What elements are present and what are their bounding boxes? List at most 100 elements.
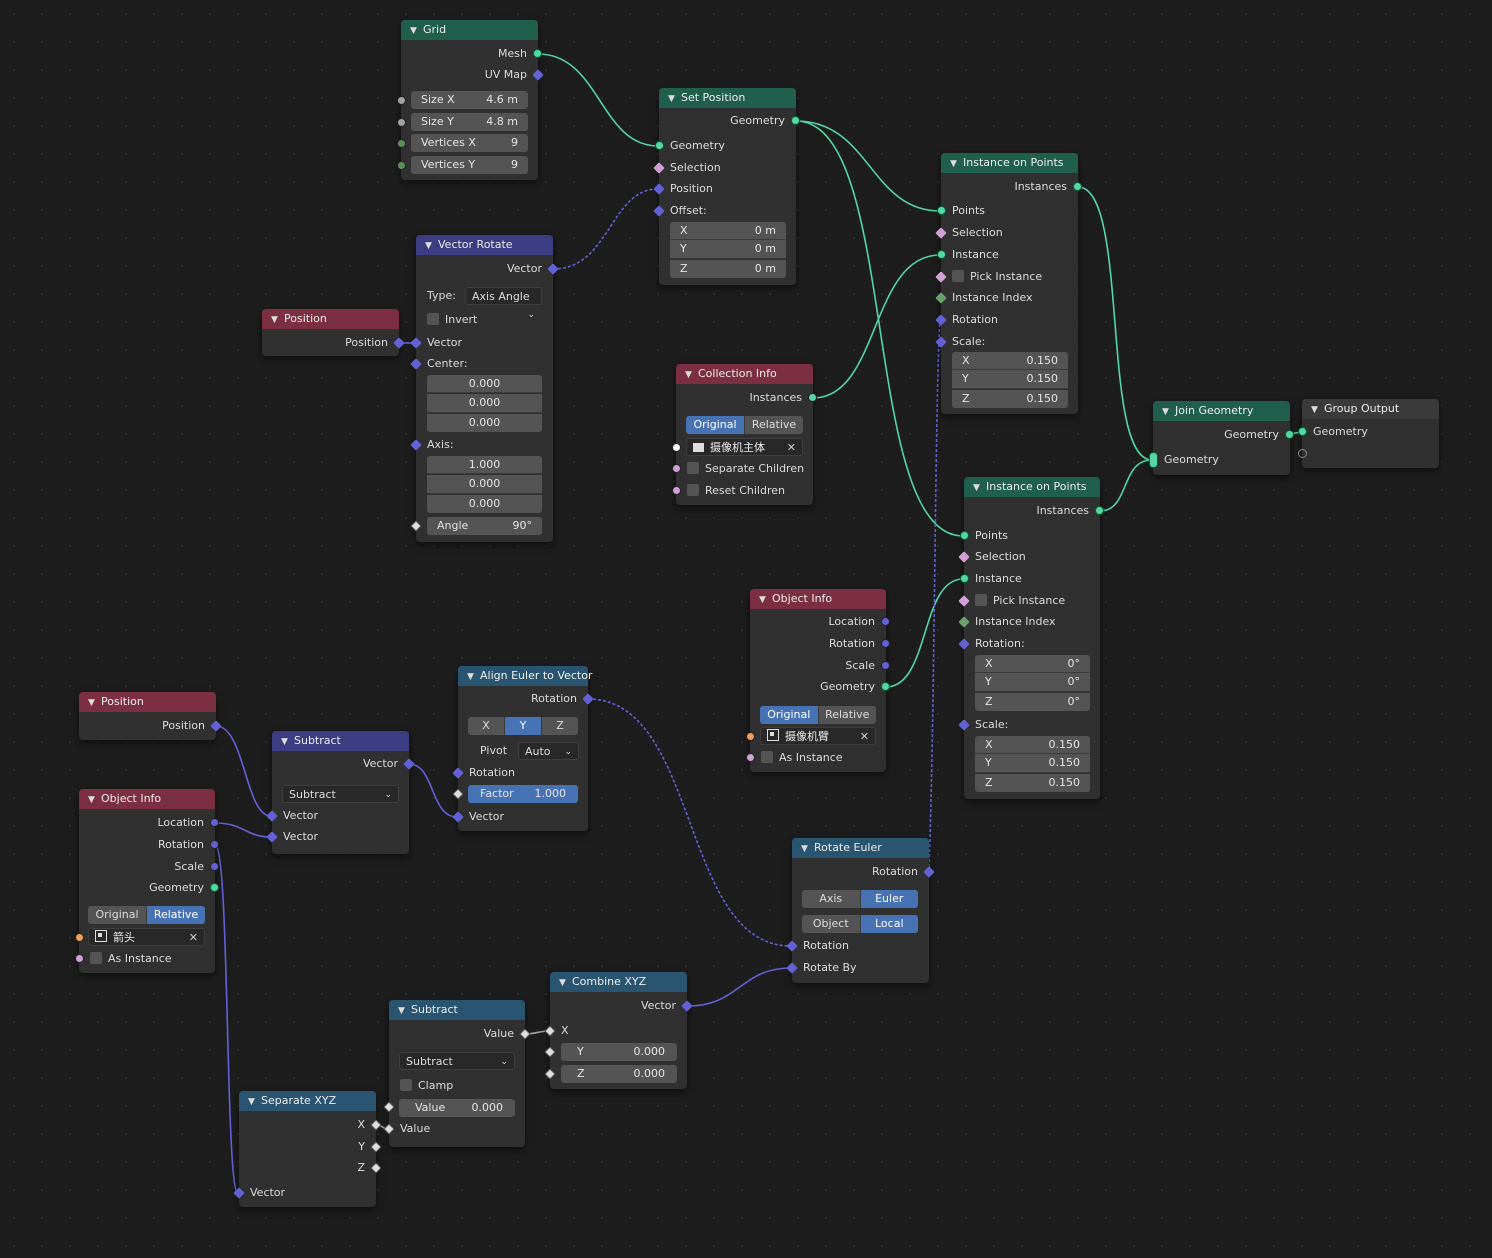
join-header[interactable]: ▼ Join Geometry	[1153, 401, 1290, 421]
socket-value-a[interactable]	[383, 1101, 395, 1113]
socket-vector-out[interactable]	[681, 1000, 693, 1012]
offset-y-field[interactable]: Y0 m	[670, 240, 786, 259]
original-option[interactable]: Original	[686, 416, 745, 434]
instance-on-points-node-1[interactable]: ▼ Instance on Points Instances Points Sel…	[935, 153, 1082, 414]
socket-instances-out[interactable]	[1095, 506, 1104, 515]
axis-y-field[interactable]: 0.000	[427, 475, 542, 494]
set-position-node[interactable]: ▼ Set Position Geometry Geometry Selectio…	[653, 88, 800, 285]
grid-node[interactable]: ▼ Grid Mesh UV Map Size X 4.6 m Size Y 4.8 …	[397, 20, 544, 180]
collection-info-header[interactable]: ▼ Collection Info	[676, 364, 813, 384]
socket-rotation[interactable]	[958, 638, 970, 650]
rotate-euler-header[interactable]: ▼ Rotate Euler	[792, 838, 929, 858]
socket-rotation-out[interactable]	[923, 866, 935, 878]
socket-object[interactable]	[746, 732, 755, 741]
type-dropdown[interactable]: Axis Angle ⌄	[465, 287, 542, 320]
set-position-header[interactable]: ▼ Set Position	[659, 88, 796, 108]
chevron-down-icon[interactable]: ▼	[467, 667, 480, 687]
transform-space-toggle[interactable]: Original Relative	[760, 706, 876, 724]
socket-scale[interactable]	[958, 719, 970, 731]
socket-points[interactable]	[960, 531, 969, 540]
socket-vector-b[interactable]	[266, 831, 278, 843]
vertices-y-field[interactable]: Vertices Y9	[411, 156, 528, 174]
socket-rotation[interactable]	[935, 314, 947, 326]
relative-option[interactable]: Relative	[147, 906, 205, 924]
object-info-header[interactable]: ▼ Object Info	[79, 789, 215, 809]
scale-x-field[interactable]: X 0.150	[952, 352, 1068, 370]
socket-rotate-by[interactable]	[786, 962, 798, 974]
socket-pick-instance[interactable]	[935, 271, 947, 283]
pivot-dropdown[interactable]: Auto ⌄	[518, 742, 579, 760]
socket-instance[interactable]	[937, 250, 946, 259]
socket-vector-in[interactable]	[233, 1187, 245, 1199]
socket-scale[interactable]	[935, 336, 947, 348]
axis-angle-option[interactable]: Axis Angle	[802, 890, 861, 908]
chevron-down-icon[interactable]: ▼	[973, 478, 986, 498]
axis-y-option[interactable]: Y	[505, 717, 542, 735]
angle-field[interactable]: Angle 90°	[427, 517, 542, 535]
socket-axis[interactable]	[410, 439, 422, 451]
object-info-node-2[interactable]: ▼ Object Info Location Rotation Scale Geo…	[75, 789, 219, 973]
socket-selection[interactable]	[958, 551, 970, 563]
axis-toggle[interactable]: XYZ	[468, 717, 578, 735]
center-z-field[interactable]: 0.000	[427, 414, 542, 432]
chevron-down-icon[interactable]: ▼	[950, 154, 963, 174]
socket-offset[interactable]	[653, 205, 665, 217]
socket-reset[interactable]	[672, 486, 681, 495]
socket-rotation-out[interactable]	[582, 693, 594, 705]
socket-scale[interactable]	[210, 862, 219, 871]
socket-collection[interactable]	[672, 443, 681, 452]
socket-uvmap[interactable]	[532, 69, 544, 81]
center-y-field[interactable]: 0.000	[427, 394, 542, 413]
offset-z-field[interactable]: Z0 m	[670, 260, 786, 278]
vector-rotate-node[interactable]: ▼ Vector Rotate Vector Type: Axis Angle ⌄ …	[410, 235, 559, 542]
subtract-vector-node[interactable]: ▼ Subtract Vector Subtract ⌄ Vector Vector	[266, 731, 415, 854]
socket-vertices-x[interactable]	[397, 139, 406, 148]
object-option[interactable]: Object	[802, 915, 861, 933]
grid-header[interactable]: ▼ Grid	[401, 20, 538, 40]
socket-location[interactable]	[881, 617, 890, 626]
socket-size-x[interactable]	[397, 96, 406, 105]
rotate-euler-node[interactable]: ▼Rotate Euler Rotation Axis AngleEuler O…	[786, 838, 935, 983]
as-instance[interactable]: As Instance	[75, 949, 215, 969]
chevron-down-icon[interactable]: ▼	[1162, 402, 1175, 422]
y-field[interactable]: Y 0.000	[561, 1043, 677, 1061]
socket-x-out[interactable]	[370, 1119, 382, 1131]
z-field[interactable]: Z 0.000	[561, 1065, 677, 1083]
chevron-down-icon[interactable]: ▼	[668, 89, 681, 109]
chevron-down-icon[interactable]: ▼	[88, 790, 101, 810]
chevron-down-icon[interactable]: ▼	[685, 365, 698, 385]
scale-y-field[interactable]: Y 0.150	[952, 370, 1068, 389]
original-option[interactable]: Original	[88, 906, 147, 924]
clamp-checkbox[interactable]: Clamp	[389, 1076, 525, 1096]
transform-space-toggle[interactable]: Original Relative	[686, 416, 803, 434]
iop-header[interactable]: ▼ Instance on Points	[941, 153, 1078, 173]
instance-on-points-node-2[interactable]: ▼ Instance on Points Instances Points Sel…	[958, 477, 1104, 799]
reset-children[interactable]: Reset Children	[672, 481, 813, 501]
socket-geometry-in[interactable]	[1298, 427, 1307, 436]
socket-selection[interactable]	[653, 162, 665, 174]
socket-center[interactable]	[410, 358, 422, 370]
position-node-1[interactable]: ▼ Position Position	[262, 309, 405, 356]
offset-x-field[interactable]: X0 m	[670, 222, 786, 240]
euler-option[interactable]: Euler	[860, 890, 918, 908]
rotation-type-toggle[interactable]: Axis AngleEuler	[802, 890, 918, 908]
combine-xyz-node[interactable]: ▼ Combine XYZ Vector X Y 0.000 Z 0.000	[544, 972, 693, 1089]
socket-geometry-out[interactable]	[210, 883, 219, 892]
pick-instance[interactable]: Pick Instance	[935, 267, 1078, 287]
scale-z-field[interactable]: Z 0.150	[975, 774, 1090, 792]
socket-y[interactable]	[544, 1046, 556, 1058]
socket-object[interactable]	[75, 933, 84, 942]
socket-position-out[interactable]	[210, 720, 222, 732]
chevron-down-icon[interactable]: ▼	[88, 693, 101, 713]
rotation-y-field[interactable]: Y 0°	[975, 673, 1090, 692]
center-x-field[interactable]: 0.000	[427, 375, 542, 393]
separate-children[interactable]: Separate Children	[672, 459, 813, 479]
socket-instances-out[interactable]	[1073, 182, 1082, 191]
position-header[interactable]: ▼ Position	[262, 309, 399, 329]
join-geometry-node[interactable]: ▼ Join Geometry Geometry Geometry	[1149, 401, 1294, 475]
socket-geometry-out[interactable]	[881, 682, 890, 691]
socket-instances-out[interactable]	[808, 393, 817, 402]
relative-option[interactable]: Relative	[745, 416, 803, 434]
axis-x-option[interactable]: X	[468, 717, 505, 735]
object-info-header[interactable]: ▼ Object Info	[750, 589, 886, 609]
